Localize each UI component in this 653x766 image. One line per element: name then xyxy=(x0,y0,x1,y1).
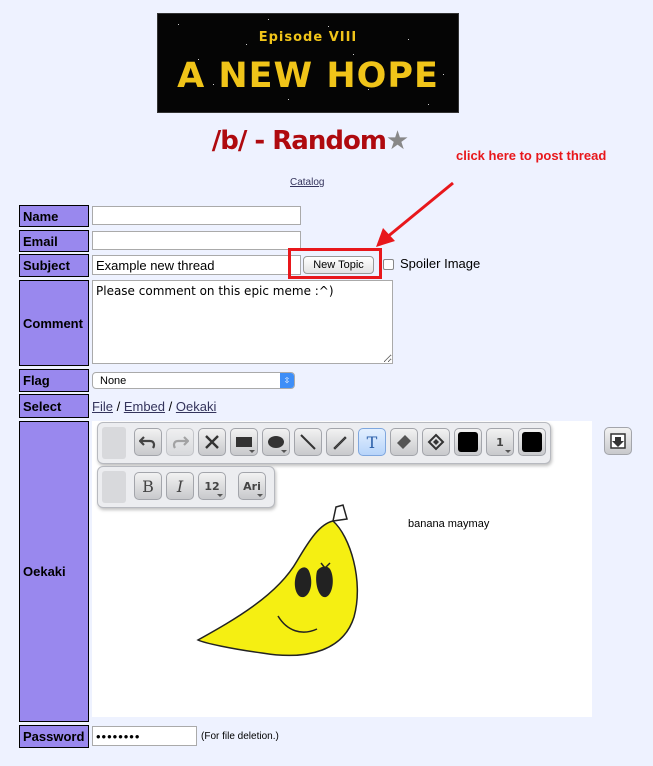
fill-color-fill xyxy=(522,432,542,452)
embed-link[interactable]: Embed xyxy=(124,399,165,414)
text-tool-icon[interactable]: T xyxy=(358,428,386,456)
select-label-text: Select xyxy=(23,398,62,414)
clear-icon[interactable] xyxy=(198,428,226,456)
separator: / xyxy=(116,399,121,414)
password-input[interactable] xyxy=(92,726,197,746)
subject-label-text: Subject xyxy=(23,258,70,273)
oekaki-toolbar-main: T 1 xyxy=(97,422,551,464)
password-note: (For file deletion.) xyxy=(201,731,279,742)
stroke-color-swatch[interactable] xyxy=(454,428,482,456)
stroke-color-fill xyxy=(458,432,478,452)
comment-textarea[interactable]: Please comment on this epic meme :^) xyxy=(92,280,393,364)
oekaki-label-text: Oekaki xyxy=(23,564,66,579)
font-family-value: Ari xyxy=(243,479,261,493)
flag-selected-value: None xyxy=(100,374,127,387)
name-input[interactable] xyxy=(92,206,301,225)
banner-episode: Episode VIII xyxy=(258,30,358,45)
password-label-text: Password xyxy=(23,729,85,744)
line-icon[interactable] xyxy=(294,428,322,456)
redo-icon[interactable] xyxy=(166,428,194,456)
flag-select[interactable]: None ⇳ xyxy=(92,372,295,389)
annotation-text: click here to post thread xyxy=(456,148,607,163)
font-size-select[interactable]: 12 xyxy=(198,472,226,500)
fill-icon[interactable] xyxy=(422,428,450,456)
file-link[interactable]: File xyxy=(92,399,113,414)
catalog-link[interactable]: Catalog xyxy=(290,177,324,188)
comment-label: Comment xyxy=(19,280,89,366)
oekaki-link[interactable]: Oekaki xyxy=(176,399,216,414)
flag-label-text: Flag xyxy=(23,373,50,388)
ellipse-icon[interactable] xyxy=(262,428,290,456)
undo-icon[interactable] xyxy=(134,428,162,456)
line-width-select[interactable]: 1 xyxy=(486,428,514,456)
email-label: Email xyxy=(19,230,89,252)
italic-icon[interactable]: I xyxy=(166,472,194,500)
select-label: Select xyxy=(19,394,89,418)
save-icon[interactable] xyxy=(604,427,632,455)
pencil-icon[interactable] xyxy=(326,428,354,456)
drawing-caption: banana maymay xyxy=(408,518,490,530)
name-label: Name xyxy=(19,205,89,227)
flag-label: Flag xyxy=(19,369,89,392)
annotation-highlight-box xyxy=(288,248,382,279)
oekaki-canvas[interactable]: T 1 B I 12 Ari xyxy=(92,421,632,717)
password-label: Password xyxy=(19,725,89,748)
toolbar-grip[interactable] xyxy=(102,471,126,503)
name-label-text: Name xyxy=(23,208,59,224)
comment-label-text: Comment xyxy=(23,315,83,331)
email-input[interactable] xyxy=(92,231,301,250)
line-width-value: 1 xyxy=(496,435,504,449)
board-title-text: /b/ - Random xyxy=(211,126,387,156)
font-size-value: 12 xyxy=(204,479,220,493)
subject-input[interactable] xyxy=(92,255,301,275)
bold-icon[interactable]: B xyxy=(134,472,162,500)
rectangle-icon[interactable] xyxy=(230,428,258,456)
toolbar-grip[interactable] xyxy=(102,427,126,459)
eraser-icon[interactable] xyxy=(390,428,418,456)
board-banner: Episode VIII A NEW HOPE xyxy=(157,13,459,113)
spoiler-checkbox[interactable] xyxy=(383,259,394,270)
email-label-text: Email xyxy=(23,233,58,249)
star-icon: ★ xyxy=(385,126,409,156)
annotation-arrow-icon xyxy=(376,181,454,247)
chevron-updown-icon: ⇳ xyxy=(280,373,294,388)
oekaki-label: Oekaki xyxy=(19,421,89,722)
page: Episode VIII A NEW HOPE /b/ - Random★ cl… xyxy=(0,0,653,766)
subject-label: Subject xyxy=(19,254,89,277)
font-family-select[interactable]: Ari xyxy=(238,472,266,500)
spoiler-label: Spoiler Image xyxy=(400,256,481,271)
banner-headline: A NEW HOPE xyxy=(177,56,439,96)
oekaki-toolbar-text: B I 12 Ari xyxy=(97,466,275,508)
fill-color-swatch[interactable] xyxy=(518,428,546,456)
separator: / xyxy=(168,399,173,414)
upload-mode-links: File / Embed / Oekaki xyxy=(92,399,216,414)
